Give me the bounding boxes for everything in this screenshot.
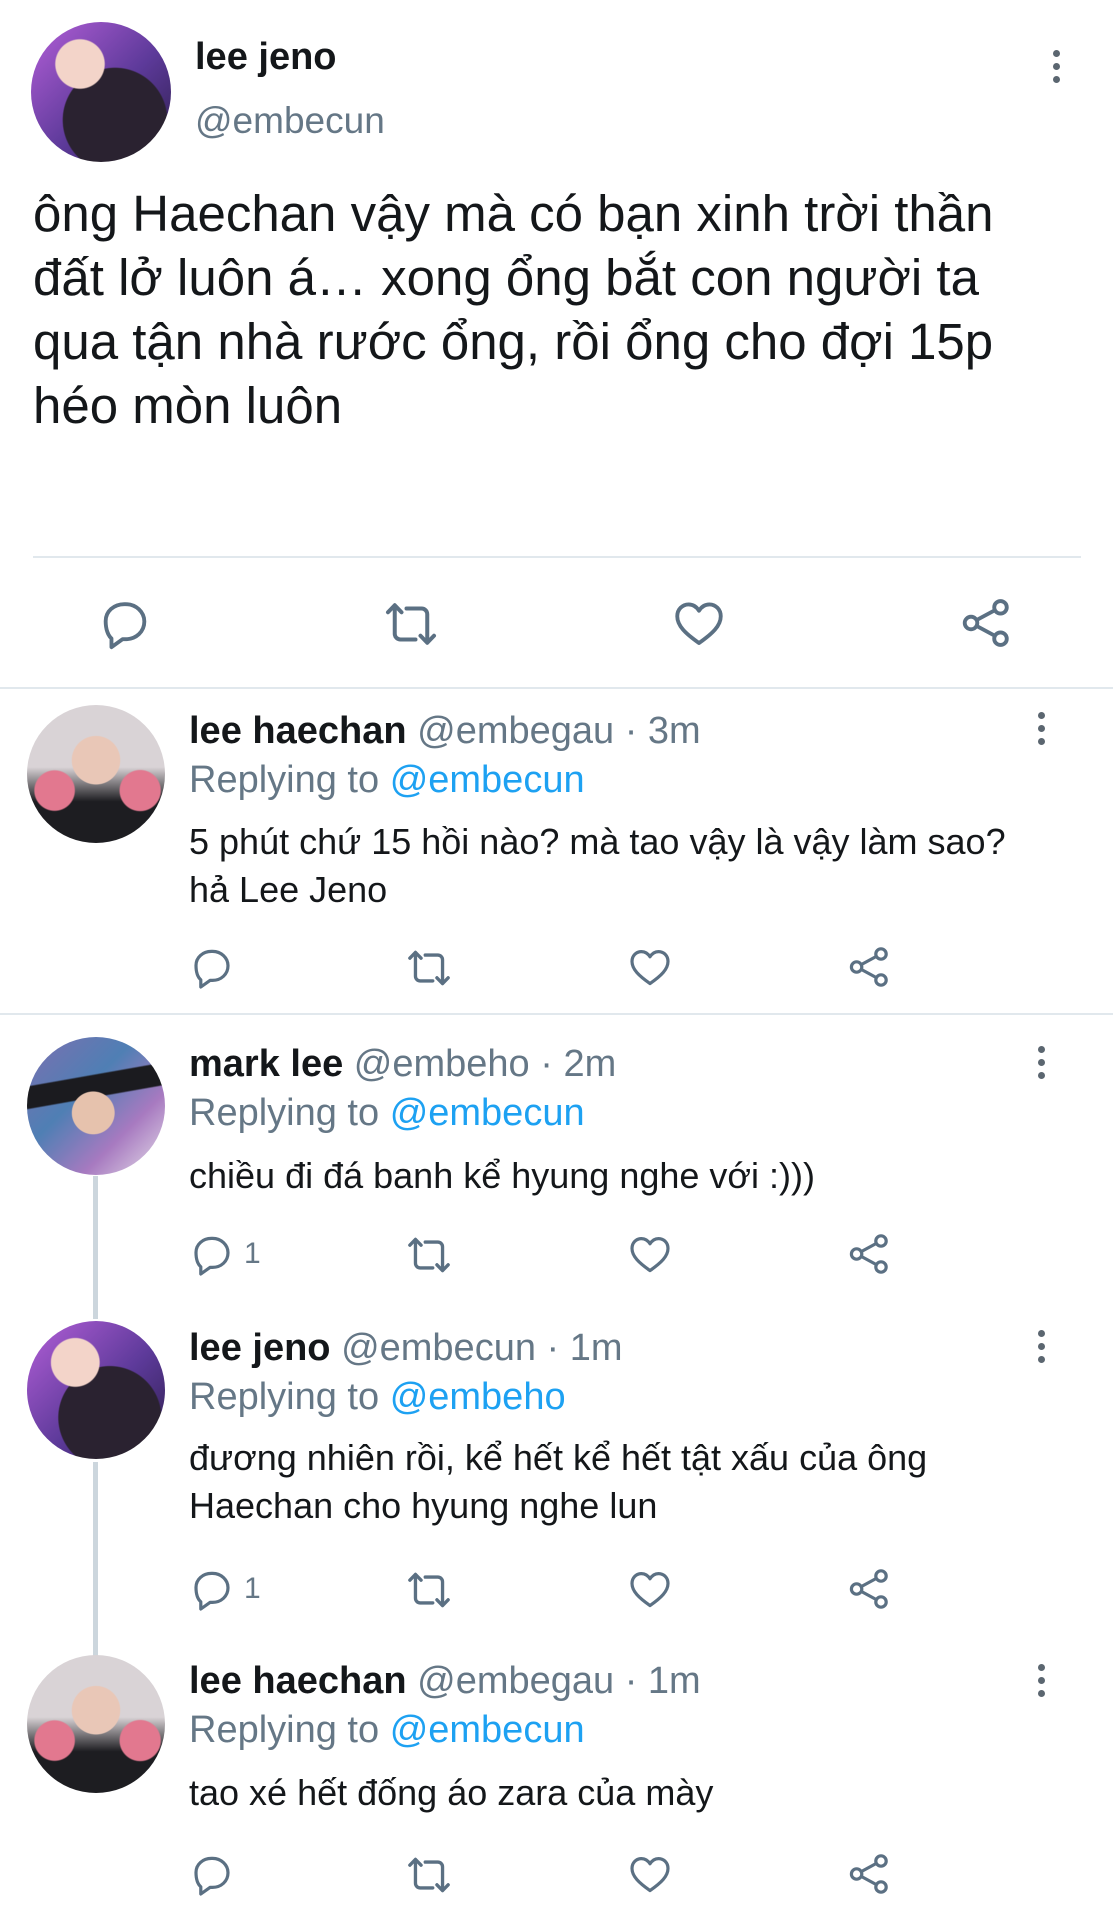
author-meta: @embeho · 2m bbox=[353, 1043, 617, 1085]
replying-to: Replying to @embecun bbox=[189, 1709, 585, 1752]
reply-count: 1 bbox=[244, 1572, 261, 1605]
reply-icon[interactable]: 1 bbox=[188, 1565, 261, 1613]
reply-actions bbox=[0, 943, 1113, 995]
share-icon[interactable] bbox=[845, 1565, 893, 1613]
retweet-icon[interactable] bbox=[404, 1565, 454, 1615]
author-meta: @embecun · 1m bbox=[341, 1327, 623, 1369]
reply-text: đương nhiên rồi, kể hết kể hết tật xấu c… bbox=[189, 1437, 928, 1526]
tweet-text: ông Haechan vậy mà có bạn xinh trời thần… bbox=[33, 185, 994, 434]
author-name[interactable]: lee jeno bbox=[195, 36, 337, 79]
mention-link[interactable]: @embecun bbox=[390, 759, 585, 801]
reply-icon[interactable] bbox=[188, 943, 244, 991]
author-name[interactable]: lee haechan bbox=[189, 710, 407, 752]
author-name[interactable]: mark lee bbox=[189, 1043, 343, 1085]
more-options-icon[interactable] bbox=[1051, 50, 1061, 83]
reply-actions: 1 bbox=[0, 1565, 1113, 1617]
replying-to: Replying to @embecun bbox=[189, 1092, 585, 1135]
share-icon[interactable] bbox=[957, 594, 1015, 652]
author-name[interactable]: lee haechan bbox=[189, 1660, 407, 1702]
more-options-icon[interactable] bbox=[1036, 1664, 1046, 1697]
more-options-icon[interactable] bbox=[1036, 1046, 1046, 1079]
reply-icon[interactable] bbox=[96, 594, 154, 652]
reply-header: lee jeno @embecun · 1m bbox=[189, 1327, 623, 1370]
retweet-icon[interactable] bbox=[381, 594, 441, 654]
mention-link[interactable]: @embecun bbox=[390, 1709, 585, 1751]
tweet-thread: lee jeno @embecun ông Haechan vậy mà có … bbox=[0, 0, 1113, 1920]
divider bbox=[33, 556, 1081, 558]
replying-to: Replying to @embecun bbox=[189, 759, 585, 802]
mention-link[interactable]: @embecun bbox=[390, 1092, 585, 1134]
replying-label: Replying to bbox=[189, 1709, 380, 1751]
like-icon[interactable] bbox=[626, 1230, 674, 1278]
avatar[interactable] bbox=[27, 705, 165, 843]
share-icon[interactable] bbox=[845, 943, 893, 991]
replying-label: Replying to bbox=[189, 1092, 380, 1134]
reply-icon[interactable]: 1 bbox=[188, 1230, 261, 1278]
divider bbox=[0, 1013, 1113, 1015]
avatar[interactable] bbox=[27, 1037, 165, 1175]
reply-tweet[interactable]: mark lee @embeho · 2m Replying to @embec… bbox=[0, 1016, 1113, 1316]
avatar[interactable] bbox=[31, 22, 171, 162]
like-icon[interactable] bbox=[626, 1565, 674, 1613]
more-options-icon[interactable] bbox=[1036, 712, 1046, 745]
replying-to: Replying to @embeho bbox=[189, 1376, 566, 1419]
like-icon[interactable] bbox=[626, 943, 674, 991]
reply-actions bbox=[0, 1850, 1113, 1902]
reply-text: tao xé hết đống áo zara của mày bbox=[189, 1772, 714, 1813]
retweet-icon[interactable] bbox=[404, 943, 454, 993]
avatar[interactable] bbox=[27, 1655, 165, 1793]
replying-label: Replying to bbox=[189, 1376, 380, 1418]
share-icon[interactable] bbox=[845, 1230, 893, 1278]
author-meta: @embegau · 1m bbox=[417, 1660, 701, 1702]
reply-tweet[interactable]: lee haechan @embegau · 3m Replying to @e… bbox=[0, 690, 1113, 1015]
author-handle[interactable]: @embecun bbox=[195, 100, 385, 142]
divider bbox=[0, 687, 1113, 689]
like-icon[interactable] bbox=[626, 1850, 674, 1898]
retweet-icon[interactable] bbox=[404, 1230, 454, 1280]
mention-link[interactable]: @embeho bbox=[390, 1376, 566, 1418]
reply-tweet[interactable]: lee haechan @embegau · 1m Replying to @e… bbox=[0, 1634, 1113, 1920]
avatar[interactable] bbox=[27, 1321, 165, 1459]
more-options-icon[interactable] bbox=[1036, 1330, 1046, 1363]
reply-header: mark lee @embeho · 2m bbox=[189, 1043, 616, 1086]
like-icon[interactable] bbox=[670, 594, 728, 652]
reply-tweet[interactable]: lee jeno @embecun · 1m Replying to @embe… bbox=[0, 1300, 1113, 1640]
reply-actions: 1 bbox=[0, 1230, 1113, 1282]
reply-text: chiều đi đá banh kể hyung nghe với :))) bbox=[189, 1155, 815, 1196]
share-icon[interactable] bbox=[845, 1850, 893, 1898]
reply-icon[interactable] bbox=[188, 1850, 244, 1898]
tweet-actions bbox=[0, 594, 1113, 654]
main-tweet: lee jeno @embecun ông Haechan vậy mà có … bbox=[0, 0, 1113, 690]
author-name[interactable]: lee jeno bbox=[189, 1327, 331, 1369]
reply-count: 1 bbox=[244, 1237, 261, 1270]
reply-header: lee haechan @embegau · 3m bbox=[189, 710, 701, 753]
reply-text: 5 phút chứ 15 hồi nào? mà tao vậy là vậy… bbox=[189, 821, 1006, 910]
author-meta: @embegau · 3m bbox=[417, 710, 701, 752]
retweet-icon[interactable] bbox=[404, 1850, 454, 1900]
replying-label: Replying to bbox=[189, 759, 380, 801]
reply-header: lee haechan @embegau · 1m bbox=[189, 1660, 701, 1703]
